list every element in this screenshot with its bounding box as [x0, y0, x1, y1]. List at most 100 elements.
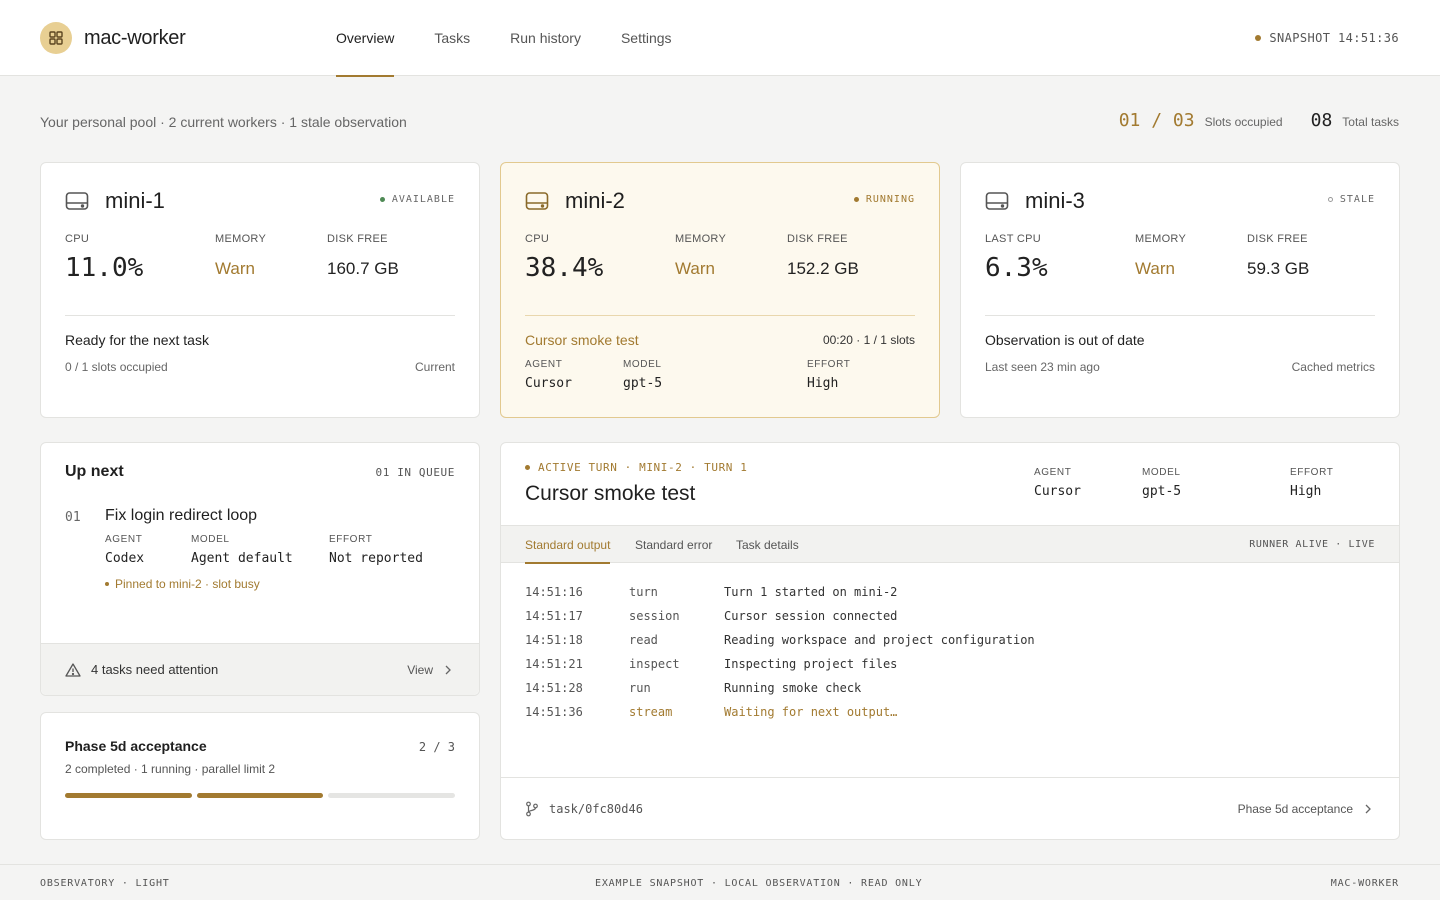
- cpu-metric: CPU 11.0%: [65, 233, 143, 283]
- agent-label: AGENT: [1034, 467, 1072, 478]
- nav-overview[interactable]: Overview: [336, 0, 395, 77]
- log-msg: Inspecting project files: [724, 657, 898, 671]
- model-label: MODEL: [1142, 467, 1181, 478]
- log-kind: run: [629, 681, 651, 695]
- model-label: MODEL: [191, 534, 230, 545]
- worker-name: mini-1: [105, 188, 165, 213]
- tab-standard-output[interactable]: Standard output: [525, 526, 611, 564]
- log-msg: Reading workspace and project configurat…: [724, 633, 1035, 647]
- turn-agent-field: AGENT Cursor: [1034, 467, 1081, 499]
- cpu-label: CPU: [65, 233, 90, 245]
- worker-card-mini-3[interactable]: mini-3 STALE LAST CPU 6.3% MEMORY Warn D…: [960, 162, 1400, 418]
- tasks-value: 08: [1310, 110, 1333, 131]
- running-task-title[interactable]: Cursor smoke test: [525, 332, 639, 348]
- phase-segment: [196, 793, 324, 798]
- model-value: gpt-5: [1142, 484, 1182, 499]
- log-row: 14:51:16 turn Turn 1 started on mini-2: [525, 585, 1375, 609]
- attention-view-link[interactable]: View: [407, 663, 455, 677]
- memory-value: Warn: [215, 259, 255, 278]
- tab-task-details[interactable]: Task details: [736, 526, 799, 563]
- worker-freshness: Cached metrics: [1291, 360, 1375, 374]
- status-badge: AVAILABLE: [379, 194, 455, 205]
- queue-item-title[interactable]: Fix login redirect loop: [105, 507, 257, 525]
- memory-value: Warn: [1135, 259, 1175, 278]
- model-label: MODEL: [623, 359, 662, 370]
- phase-count: 2 / 3: [418, 740, 455, 754]
- turn-footer: task/0fc80d46 Phase 5d acceptance: [501, 777, 1399, 839]
- log-ts: 14:51:36: [525, 705, 583, 719]
- disk-metric: DISK FREE 160.7 GB: [327, 233, 399, 279]
- memory-value: Warn: [675, 259, 715, 278]
- log-ts: 14:51:21: [525, 657, 583, 671]
- phase-title: Phase 5d acceptance: [65, 738, 207, 754]
- phase-link[interactable]: Phase 5d acceptance: [1238, 802, 1375, 816]
- divider: [525, 315, 915, 316]
- worker-foot-title: Observation is out of date: [985, 332, 1145, 348]
- grid-icon: [40, 22, 72, 54]
- footer-right: MAC-WORKER: [1330, 878, 1399, 889]
- cpu-metric: CPU 38.4%: [525, 233, 603, 283]
- cpu-value: 38.4%: [525, 253, 604, 283]
- warning-icon: [65, 662, 81, 677]
- cpu-label: LAST CPU: [985, 233, 1041, 245]
- queue-effort-field: EFFORT Not reported: [329, 534, 423, 566]
- worker-slots: 0 / 1 slots occupied: [65, 360, 168, 374]
- log-ts: 14:51:28: [525, 681, 583, 695]
- stale-ring-icon: [1327, 197, 1333, 202]
- memory-label: MEMORY: [215, 233, 267, 245]
- log-ts: 14:51:17: [525, 609, 583, 623]
- drive-icon: [525, 192, 549, 210]
- log-kind: stream: [629, 705, 673, 719]
- branch-name[interactable]: task/0fc80d46: [549, 802, 643, 816]
- memory-label: MEMORY: [675, 233, 727, 245]
- cpu-label: CPU: [525, 233, 550, 245]
- log-msg: Waiting for next output…: [724, 705, 898, 719]
- snapshot-indicator: SNAPSHOT 14:51:36: [1255, 31, 1399, 45]
- worker-header: mini-2: [525, 188, 625, 214]
- status-text: AVAILABLE: [391, 194, 455, 205]
- log-ts: 14:51:18: [525, 633, 583, 647]
- running-task-time: 00:20 · 1 / 1 slots: [822, 333, 915, 347]
- log-row: 14:51:36 stream Waiting for next output…: [525, 705, 1375, 729]
- nav-tasks[interactable]: Tasks: [434, 0, 470, 76]
- nav-settings[interactable]: Settings: [621, 0, 672, 76]
- attention-bar[interactable]: 4 tasks need attention View: [41, 643, 479, 695]
- agent-label: AGENT: [105, 534, 143, 545]
- worker-card-mini-1[interactable]: mini-1 AVAILABLE CPU 11.0% MEMORY Warn D…: [40, 162, 480, 418]
- brand[interactable]: mac-worker: [40, 22, 186, 54]
- disk-metric: DISK FREE 59.3 GB: [1247, 233, 1309, 279]
- disk-label: DISK FREE: [327, 233, 388, 245]
- cpu-metric: LAST CPU 6.3%: [985, 233, 1048, 283]
- output-tabs: Standard output Standard error Task deta…: [501, 525, 1399, 564]
- disk-value: 160.7 GB: [327, 259, 399, 278]
- phase-progress: [65, 793, 456, 798]
- log-ts: 14:51:16: [525, 585, 583, 599]
- available-dot-icon: [379, 197, 385, 202]
- agent-field: AGENT Cursor: [525, 359, 572, 391]
- phase-link-label: Phase 5d acceptance: [1237, 801, 1353, 816]
- tasks-label: Total tasks: [1342, 115, 1399, 129]
- footer-left: OBSERVATORY · LIGHT: [40, 878, 170, 889]
- effort-value: Not reported: [329, 551, 423, 566]
- tab-standard-error[interactable]: Standard error: [635, 526, 712, 563]
- phase-segment: [65, 793, 192, 798]
- slots-label: Slots occupied: [1204, 115, 1283, 129]
- phase-panel[interactable]: Phase 5d acceptance 2 / 3 2 completed · …: [40, 712, 480, 840]
- turn-effort-field: EFFORT High: [1290, 467, 1333, 499]
- effort-field: EFFORT High: [807, 359, 850, 391]
- turn-title: Cursor smoke test: [525, 482, 696, 505]
- turn-model-field: MODEL gpt-5: [1142, 467, 1181, 499]
- log-kind: inspect: [629, 657, 680, 671]
- up-next-panel: Up next 01 IN QUEUE 01 Fix login redirec…: [40, 442, 480, 696]
- worker-name: mini-2: [565, 188, 625, 213]
- page-footer: OBSERVATORY · LIGHT EXAMPLE SNAPSHOT · L…: [0, 864, 1440, 900]
- queue-count: 01 IN QUEUE: [375, 466, 455, 479]
- log-row: 14:51:18 read Reading workspace and projec…: [525, 633, 1375, 657]
- worker-card-mini-2[interactable]: mini-2 RUNNING CPU 38.4% MEMORY Warn DIS…: [500, 162, 940, 418]
- nav-run-history[interactable]: Run history: [510, 0, 581, 76]
- effort-label: EFFORT: [807, 359, 851, 370]
- view-label: View: [407, 662, 433, 677]
- up-next-title: Up next: [65, 463, 124, 480]
- worker-header: mini-1: [65, 188, 165, 214]
- worker-foot-title: Ready for the next task: [65, 332, 209, 348]
